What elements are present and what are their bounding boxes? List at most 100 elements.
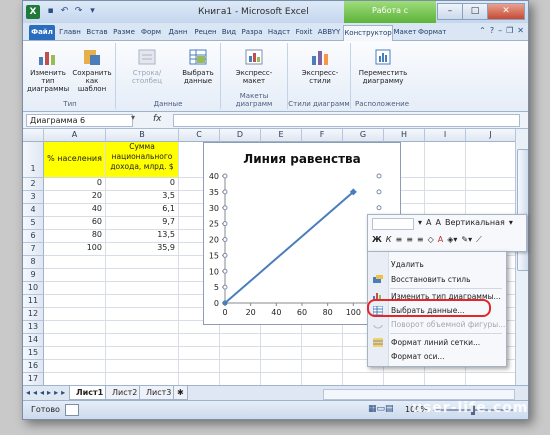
shrink-font-icon[interactable]: A bbox=[436, 218, 441, 230]
axis-selection-handle[interactable] bbox=[376, 205, 382, 211]
column-header-a[interactable]: A bbox=[44, 129, 106, 142]
outline-icon[interactable]: ✎▾ bbox=[461, 235, 472, 245]
axis-selection-handle[interactable] bbox=[376, 189, 382, 195]
row-header[interactable]: 2 bbox=[23, 178, 44, 191]
column-header-e[interactable]: E bbox=[261, 129, 302, 142]
axis-selection-handle[interactable] bbox=[222, 284, 228, 290]
tab-abbyy[interactable]: ABBYY bbox=[316, 25, 342, 40]
font-color-icon[interactable]: A bbox=[438, 235, 443, 245]
align-left-icon[interactable]: ≡ bbox=[395, 235, 402, 245]
axis-selection-handle[interactable] bbox=[222, 252, 228, 258]
row-header[interactable]: 12 bbox=[23, 308, 44, 321]
move-chart-button[interactable]: Переместить диаграмму bbox=[355, 47, 411, 85]
row-header[interactable]: 4 bbox=[23, 204, 44, 217]
vertical-scrollbar[interactable] bbox=[515, 129, 528, 385]
cell-a1[interactable]: % населения bbox=[44, 142, 106, 178]
tab-foxit[interactable]: Foxit bbox=[293, 25, 315, 40]
bold-button[interactable]: Ж bbox=[372, 235, 382, 245]
format-painter-icon[interactable]: ⟋ bbox=[476, 235, 482, 245]
tab-page-layout[interactable]: Разме bbox=[111, 25, 137, 40]
row-header[interactable]: 10 bbox=[23, 282, 44, 295]
axis-selection-handle[interactable] bbox=[222, 221, 228, 227]
axis-selector-dropdown[interactable]: Вертикальная bbox=[445, 218, 505, 230]
shape-fill-icon[interactable]: ◈▾ bbox=[447, 235, 457, 245]
cell-a4[interactable]: 40 bbox=[44, 204, 106, 217]
cell-b6[interactable]: 13,5 bbox=[106, 230, 179, 243]
cell-b7[interactable]: 35,9 bbox=[106, 243, 179, 256]
collapse-ribbon-icon[interactable]: ⌃ bbox=[479, 26, 486, 35]
close-workbook-icon[interactable]: ✕ bbox=[517, 26, 524, 35]
axis-selection-handle[interactable] bbox=[222, 268, 228, 274]
menu-item-format-axis[interactable]: Формат оси... bbox=[368, 350, 506, 363]
axis-dropdown-icon[interactable]: ▾ bbox=[509, 218, 513, 230]
data-point[interactable] bbox=[222, 300, 228, 306]
cell-a5[interactable]: 60 bbox=[44, 217, 106, 230]
tab-layout[interactable]: Макет bbox=[393, 25, 417, 40]
row-header[interactable]: 15 bbox=[23, 347, 44, 360]
row-header[interactable]: 5 bbox=[23, 217, 44, 230]
minimize-button[interactable]: – bbox=[437, 3, 463, 20]
row-header[interactable]: 7 bbox=[23, 243, 44, 256]
select-all-corner[interactable] bbox=[23, 129, 44, 142]
menu-item-delete[interactable]: Удалить bbox=[368, 258, 506, 271]
row-header[interactable]: 17 bbox=[23, 373, 44, 385]
change-chart-type-button[interactable]: Изменить тип диаграммы bbox=[27, 47, 69, 93]
tab-formulas[interactable]: Форм bbox=[138, 25, 164, 40]
series-line[interactable] bbox=[224, 191, 354, 304]
macro-record-icon[interactable] bbox=[65, 404, 79, 416]
cell-a2[interactable]: 0 bbox=[44, 178, 106, 191]
row-header[interactable]: 8 bbox=[23, 256, 44, 269]
tab-addins[interactable]: Надст bbox=[266, 25, 292, 40]
align-right-icon[interactable]: ≡ bbox=[417, 235, 424, 245]
tab-review[interactable]: Рецен bbox=[192, 25, 219, 40]
column-header-c[interactable]: C bbox=[179, 129, 220, 142]
row-header[interactable]: 11 bbox=[23, 295, 44, 308]
name-box-dropdown-icon[interactable]: ▾ bbox=[131, 113, 135, 122]
font-size-dropdown[interactable]: ▾ bbox=[418, 218, 422, 230]
tab-home[interactable]: Главн bbox=[57, 25, 83, 40]
tab-file[interactable]: Файл bbox=[29, 25, 55, 40]
axis-selection-handle[interactable] bbox=[376, 173, 382, 179]
menu-item-3d-rotation[interactable]: Поворот объемной фигуры... bbox=[368, 318, 506, 331]
tab-insert[interactable]: Встав bbox=[84, 25, 110, 40]
row-header[interactable]: 6 bbox=[23, 230, 44, 243]
maximize-button[interactable]: □ bbox=[462, 3, 488, 20]
undo-icon[interactable]: ↶ bbox=[59, 6, 70, 17]
row-header[interactable]: 1 bbox=[23, 142, 44, 178]
customize-qat-icon[interactable]: ▾ bbox=[87, 6, 98, 17]
tab-developer[interactable]: Разра bbox=[239, 25, 265, 40]
cell-b4[interactable]: 6,1 bbox=[106, 204, 179, 217]
cell-b2[interactable]: 0 bbox=[106, 178, 179, 191]
cell-a6[interactable]: 80 bbox=[44, 230, 106, 243]
cell-b3[interactable]: 3,5 bbox=[106, 191, 179, 204]
switch-row-column-button[interactable]: Строка/столбец bbox=[118, 47, 176, 85]
column-header-d[interactable]: D bbox=[220, 129, 261, 142]
column-header-j[interactable]: J bbox=[466, 129, 515, 142]
tab-data[interactable]: Данн bbox=[165, 25, 191, 40]
cell-a7[interactable]: 100 bbox=[44, 243, 106, 256]
select-data-button[interactable]: Выбрать данные bbox=[178, 47, 218, 85]
axis-selection-handle[interactable] bbox=[222, 173, 228, 179]
save-icon[interactable]: ▪ bbox=[45, 6, 56, 17]
quick-layout-button[interactable]: Экспресс-макет bbox=[225, 47, 283, 85]
font-name-dropdown[interactable] bbox=[372, 218, 414, 230]
save-as-template-button[interactable]: Сохранить как шаблон bbox=[71, 47, 113, 93]
menu-item-format-gridlines[interactable]: Формат линий сетки... bbox=[368, 336, 506, 349]
align-center-icon[interactable]: ≡ bbox=[406, 235, 413, 245]
redo-icon[interactable]: ↷ bbox=[73, 6, 84, 17]
formula-input[interactable] bbox=[173, 114, 520, 127]
quick-styles-button[interactable]: Экспресс-стили bbox=[292, 47, 348, 85]
italic-button[interactable]: К bbox=[386, 235, 392, 245]
column-header-g[interactable]: G bbox=[343, 129, 384, 142]
help-icon[interactable]: ? bbox=[490, 26, 494, 35]
axis-selection-handle[interactable] bbox=[222, 237, 228, 242]
close-button[interactable]: ✕ bbox=[487, 3, 525, 20]
cell-a3[interactable]: 20 bbox=[44, 191, 106, 204]
fill-color-icon[interactable]: ◇ bbox=[428, 235, 434, 245]
axis-selection-handle[interactable] bbox=[222, 205, 228, 211]
grow-font-icon[interactable]: A bbox=[426, 218, 431, 230]
tab-design[interactable]: Конструктор bbox=[343, 25, 393, 41]
tab-format[interactable]: Формат bbox=[418, 25, 446, 40]
minimize-workbook-icon[interactable]: – bbox=[498, 26, 502, 35]
vertical-scroll-thumb[interactable] bbox=[517, 149, 528, 271]
